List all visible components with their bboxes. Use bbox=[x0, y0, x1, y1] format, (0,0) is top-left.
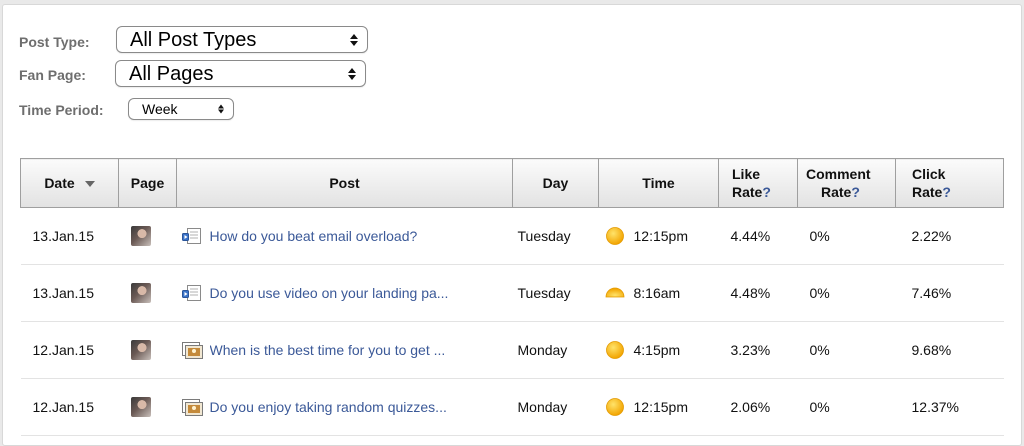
select-arrows-icon bbox=[218, 104, 224, 114]
comment-rate-header-label: Comment bbox=[806, 166, 871, 182]
column-header-like-rate[interactable]: Like Rate? bbox=[718, 158, 798, 208]
post-header-label: Post bbox=[329, 175, 360, 191]
post-link[interactable]: Do you enjoy taking random quizzes... bbox=[210, 399, 506, 415]
post-link[interactable]: Do you use video on your landing pa... bbox=[210, 285, 506, 301]
click-rate-header-label: Click bbox=[912, 166, 946, 182]
table-header-row: Date Page Post Day Time Like Rate? Commen… bbox=[20, 158, 1004, 208]
like-rate-cell: 4.44% bbox=[718, 207, 798, 265]
page-avatar[interactable] bbox=[130, 340, 151, 360]
photo-post-icon bbox=[181, 342, 203, 359]
comment-rate-cell: 0% bbox=[797, 321, 896, 379]
select-arrows-icon bbox=[350, 33, 358, 46]
date-header-label: Date bbox=[44, 175, 75, 191]
time-value: 8:16am bbox=[633, 285, 681, 301]
like-rate-cell: 4.48% bbox=[718, 264, 798, 322]
date-cell: 12.Jan.15 bbox=[20, 378, 119, 436]
table-row: 13.Jan.15 Do you use video on your landi… bbox=[20, 264, 1004, 322]
column-header-time[interactable]: Time bbox=[598, 158, 719, 208]
column-header-post[interactable]: Post bbox=[176, 158, 513, 208]
time-period-label: Time Period: bbox=[19, 102, 104, 118]
photo-post-icon bbox=[181, 399, 203, 416]
like-rate-cell: 2.06% bbox=[718, 378, 798, 436]
table-row: 12.Jan.15 Do you enjoy taking random qui… bbox=[20, 378, 1004, 436]
sun-icon bbox=[605, 227, 624, 245]
click-rate-cell: 12.37% bbox=[895, 378, 1004, 436]
date-cell: 12.Jan.15 bbox=[20, 321, 119, 379]
page-cell bbox=[118, 264, 177, 322]
fan-page-value: All Pages bbox=[129, 63, 214, 85]
post-cell: When is the best time for you to get ... bbox=[176, 321, 513, 379]
like-rate-header-label-2: Rate bbox=[732, 184, 763, 200]
comment-rate-cell: 0% bbox=[797, 207, 896, 265]
sun-icon bbox=[605, 341, 624, 359]
time-cell: 8:16am bbox=[598, 264, 719, 322]
table-row: 12.Jan.15 When is the best time for you … bbox=[20, 321, 1004, 379]
time-value: 4:15pm bbox=[633, 342, 681, 358]
page-avatar[interactable] bbox=[130, 226, 151, 246]
click-rate-help-icon[interactable]: ? bbox=[942, 184, 951, 200]
select-arrows-icon bbox=[348, 67, 356, 80]
time-period-select[interactable]: Week bbox=[128, 98, 234, 120]
time-cell: 4:15pm bbox=[598, 321, 719, 379]
sort-descending-icon bbox=[84, 181, 95, 188]
day-cell: Tuesday bbox=[512, 264, 599, 322]
post-link[interactable]: How do you beat email overload? bbox=[210, 228, 506, 244]
comment-rate-cell: 0% bbox=[797, 264, 896, 322]
page-avatar[interactable] bbox=[130, 283, 151, 303]
time-header-label: Time bbox=[642, 175, 675, 191]
post-type-select[interactable]: All Post Types bbox=[116, 26, 368, 53]
day-header-label: Day bbox=[542, 175, 569, 191]
post-cell: Do you use video on your landing pa... bbox=[176, 264, 513, 322]
time-value: 12:15pm bbox=[633, 399, 688, 415]
like-rate-cell: 3.23% bbox=[718, 321, 798, 379]
click-rate-cell: 9.68% bbox=[895, 321, 1004, 379]
fan-page-select[interactable]: All Pages bbox=[115, 60, 366, 87]
comment-rate-help-icon[interactable]: ? bbox=[851, 184, 860, 200]
fan-page-label: Fan Page: bbox=[19, 67, 86, 83]
page-header-label: Page bbox=[130, 175, 165, 191]
column-header-date[interactable]: Date bbox=[20, 158, 119, 208]
time-value: 12:15pm bbox=[633, 228, 688, 244]
click-rate-cell: 7.46% bbox=[895, 264, 1004, 322]
column-header-click-rate[interactable]: Click Rate? bbox=[895, 158, 1004, 208]
link-post-icon bbox=[181, 285, 201, 301]
table-row: 13.Jan.15 How do you beat email overload… bbox=[20, 207, 1004, 265]
day-cell: Tuesday bbox=[512, 207, 599, 265]
post-cell: How do you beat email overload? bbox=[176, 207, 513, 265]
link-post-icon bbox=[181, 228, 201, 244]
click-rate-header-label-2: Rate bbox=[912, 184, 943, 200]
post-link[interactable]: When is the best time for you to get ... bbox=[210, 342, 506, 358]
column-header-comment-rate[interactable]: Comment Rate? bbox=[797, 158, 896, 208]
click-rate-cell: 2.22% bbox=[895, 207, 1004, 265]
sun-icon bbox=[605, 398, 624, 416]
column-header-page[interactable]: Page bbox=[118, 158, 177, 208]
like-rate-help-icon[interactable]: ? bbox=[762, 184, 771, 200]
date-cell: 13.Jan.15 bbox=[20, 207, 119, 265]
day-cell: Monday bbox=[512, 321, 599, 379]
time-cell: 12:15pm bbox=[598, 378, 719, 436]
post-type-value: All Post Types bbox=[130, 29, 257, 51]
page-cell bbox=[118, 207, 177, 265]
time-cell: 12:15pm bbox=[598, 207, 719, 265]
page-cell bbox=[118, 378, 177, 436]
page-cell bbox=[118, 321, 177, 379]
posts-table: Date Page Post Day Time Like Rate? Commen… bbox=[20, 158, 1004, 436]
page-avatar[interactable] bbox=[130, 397, 151, 417]
post-type-label: Post Type: bbox=[19, 34, 90, 50]
comment-rate-header-label-2: Rate bbox=[821, 184, 852, 200]
column-header-day[interactable]: Day bbox=[512, 158, 599, 208]
like-rate-header-label: Like bbox=[732, 166, 761, 182]
date-cell: 13.Jan.15 bbox=[20, 264, 119, 322]
day-cell: Monday bbox=[512, 378, 599, 436]
comment-rate-cell: 0% bbox=[797, 378, 896, 436]
sunrise-icon bbox=[605, 287, 624, 298]
time-period-value: Week bbox=[142, 101, 178, 117]
post-cell: Do you enjoy taking random quizzes... bbox=[176, 378, 513, 436]
